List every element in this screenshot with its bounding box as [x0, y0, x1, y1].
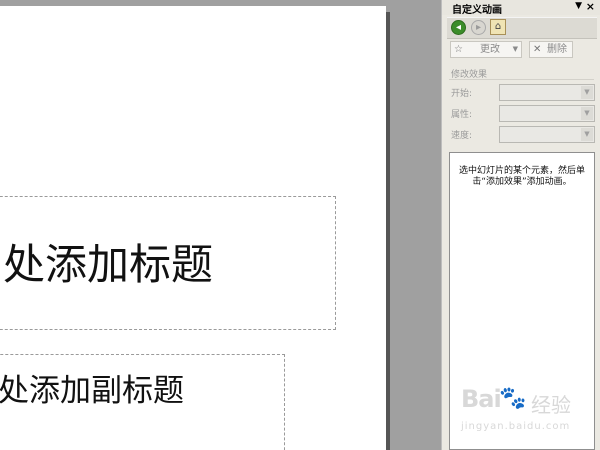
section-divider: [449, 79, 594, 80]
custom-animation-pane: 自定义动画 ▼ × ◂ ▸ ⌂ ☆ 更改 ▼ ✕ 删除 修改效果 开始: ▼ 属…: [441, 0, 600, 450]
subtitle-placeholder-text: 处添加副标题: [0, 373, 184, 409]
close-icon[interactable]: ×: [586, 0, 595, 13]
chevron-down-icon: ▼: [512, 45, 518, 53]
change-effect-label: 更改: [480, 44, 500, 55]
watermark-url: jingyan.baidu.com: [461, 421, 571, 432]
delete-icon: ✕: [533, 44, 542, 55]
chevron-down-icon: ▼: [581, 107, 593, 120]
pane-title: 自定义动画: [452, 5, 502, 16]
title-placeholder-text: 处添加标题: [2, 240, 213, 289]
forward-arrow-icon[interactable]: ▸: [471, 20, 486, 35]
subtitle-placeholder[interactable]: 处添加副标题: [0, 354, 285, 450]
pane-navigation: ◂ ▸ ⌂: [447, 17, 597, 39]
delete-effect-label: 删除: [547, 44, 567, 55]
back-arrow-icon[interactable]: ◂: [451, 20, 466, 35]
property-label: 属性:: [451, 110, 473, 120]
dropdown-arrow-icon[interactable]: ▼: [575, 1, 582, 11]
pane-header: 自定义动画 ▼ ×: [442, 0, 600, 16]
start-select[interactable]: ▼: [499, 84, 595, 101]
change-effect-button[interactable]: ☆ 更改 ▼: [450, 41, 522, 58]
chevron-down-icon: ▼: [581, 128, 593, 141]
delete-effect-button[interactable]: ✕ 删除: [529, 41, 573, 58]
slide-canvas[interactable]: 处添加标题 处添加副标题: [0, 6, 386, 450]
paw-icon: 🐾: [499, 386, 527, 411]
title-placeholder[interactable]: 处添加标题: [0, 196, 336, 330]
property-select[interactable]: ▼: [499, 105, 595, 122]
start-label: 开始:: [451, 89, 473, 99]
watermark-brand: Bai: [461, 385, 502, 413]
animation-list-hint: 选中幻灯片的某个元素，然后单击“添加效果”添加动画。: [458, 166, 585, 187]
star-icon: ☆: [454, 44, 463, 55]
baidu-jingyan-watermark: Bai 🐾 经验 jingyan.baidu.com: [461, 385, 591, 437]
home-icon[interactable]: ⌂: [490, 19, 506, 35]
watermark-word: 经验: [531, 393, 571, 417]
speed-select[interactable]: ▼: [499, 126, 595, 143]
chevron-down-icon: ▼: [581, 86, 593, 99]
speed-label: 速度:: [451, 131, 473, 141]
slide-editing-area: 处添加标题 处添加副标题: [0, 0, 441, 450]
